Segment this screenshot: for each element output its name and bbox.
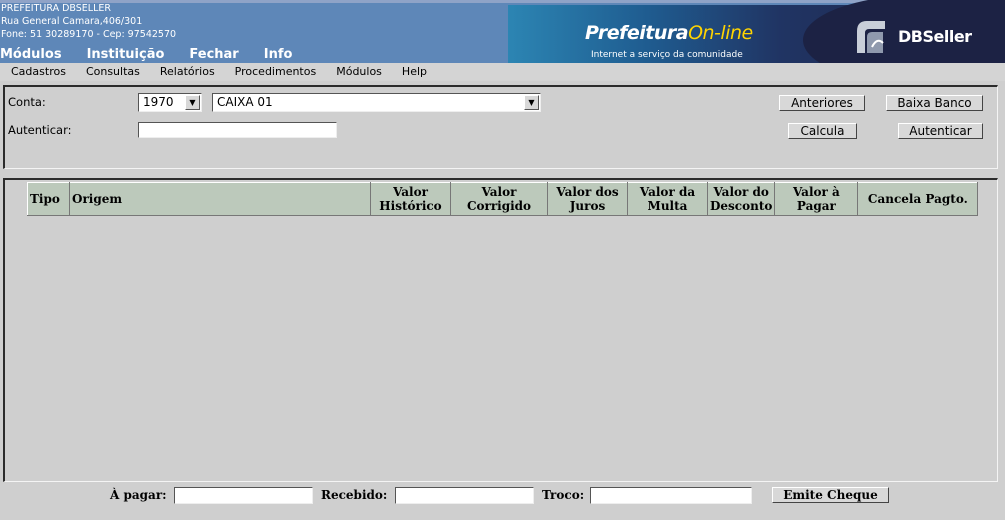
chevron-down-icon[interactable]: ▼ [185,95,200,110]
autenticar-label: Autenticar: [8,123,72,137]
main-menu-instituicao[interactable]: Instituição [87,47,165,63]
menu-modulos[interactable]: Módulos [336,63,382,81]
menu-relatorios[interactable]: Relatórios [160,63,215,81]
conta-code-select[interactable]: 1970 ▼ [138,93,202,112]
col-valor-historico: Valor Histórico [370,182,451,216]
institution-phone: Fone: 51 30289170 - Cep: 97542570 [1,29,177,40]
baixa-banco-button[interactable]: Baixa Banco [886,95,983,111]
menu-bar: Cadastros Consultas Relatórios Procedime… [0,63,1005,81]
autenticar-button[interactable]: Autenticar [898,123,983,139]
recebido-input[interactable] [395,487,534,504]
table-panel: Tipo Origem Valor Histórico Valor Corrig… [3,178,998,482]
menu-cadastros[interactable]: Cadastros [11,63,66,81]
col-valor-desconto: Valor do Desconto [706,182,776,216]
main-menu-info[interactable]: Info [264,47,293,63]
payments-table: Tipo Origem Valor Histórico Valor Corrig… [27,182,979,216]
main-menu-fechar[interactable]: Fechar [189,47,238,63]
chevron-down-icon[interactable]: ▼ [524,95,539,110]
institution-name: PREFEITURA DBSELLER [1,3,111,14]
recebido-label: Recebido: [321,488,388,502]
autenticar-input[interactable] [138,122,337,138]
main-menu-modulos[interactable]: Módulos [0,47,62,63]
col-tipo: Tipo [27,182,70,216]
conta-name-value: CAIXA 01 [217,95,273,109]
conta-name-select[interactable]: CAIXA 01 ▼ [212,93,541,112]
menu-procedimentos[interactable]: Procedimentos [235,63,317,81]
menu-consultas[interactable]: Consultas [86,63,140,81]
col-valor-pagar: Valor à Pagar [774,182,859,216]
prefeitura-online-logo: PrefeituraOn-line [585,22,753,44]
main-menu: Módulos Instituição Fechar Info [0,47,317,63]
institution-address: Rua General Camara,406/301 [1,16,143,27]
menu-help[interactable]: Help [402,63,427,81]
dbseller-brand: DBSeller [898,27,972,46]
banner: PrefeituraOn-line Internet a serviço da … [508,0,1005,63]
calcula-button[interactable]: Calcula [788,123,857,139]
a-pagar-label: À pagar: [110,488,167,502]
col-valor-multa: Valor da Multa [627,182,708,216]
col-valor-juros: Valor dos Juros [547,182,628,216]
dbseller-logo-icon [857,21,885,53]
col-valor-corrigido: Valor Corrigido [450,182,548,216]
banner-tagline: Internet a serviço da comunidade [591,50,743,60]
a-pagar-input[interactable] [174,487,313,504]
app-header: PREFEITURA DBSELLER Rua General Camara,4… [0,0,1005,63]
anteriores-button[interactable]: Anteriores [779,95,865,111]
col-origem: Origem [69,182,371,216]
troco-label: Troco: [542,488,585,502]
emite-cheque-button[interactable]: Emite Cheque [772,487,889,503]
form-panel: Conta: 1970 ▼ CAIXA 01 ▼ Anteriores Baix… [3,85,998,169]
col-cancela-pagto: Cancela Pagto. [857,182,979,216]
conta-code-value: 1970 [143,95,174,109]
troco-input[interactable] [590,487,752,504]
table-header-row: Tipo Origem Valor Histórico Valor Corrig… [27,182,979,216]
conta-label: Conta: [8,95,46,109]
